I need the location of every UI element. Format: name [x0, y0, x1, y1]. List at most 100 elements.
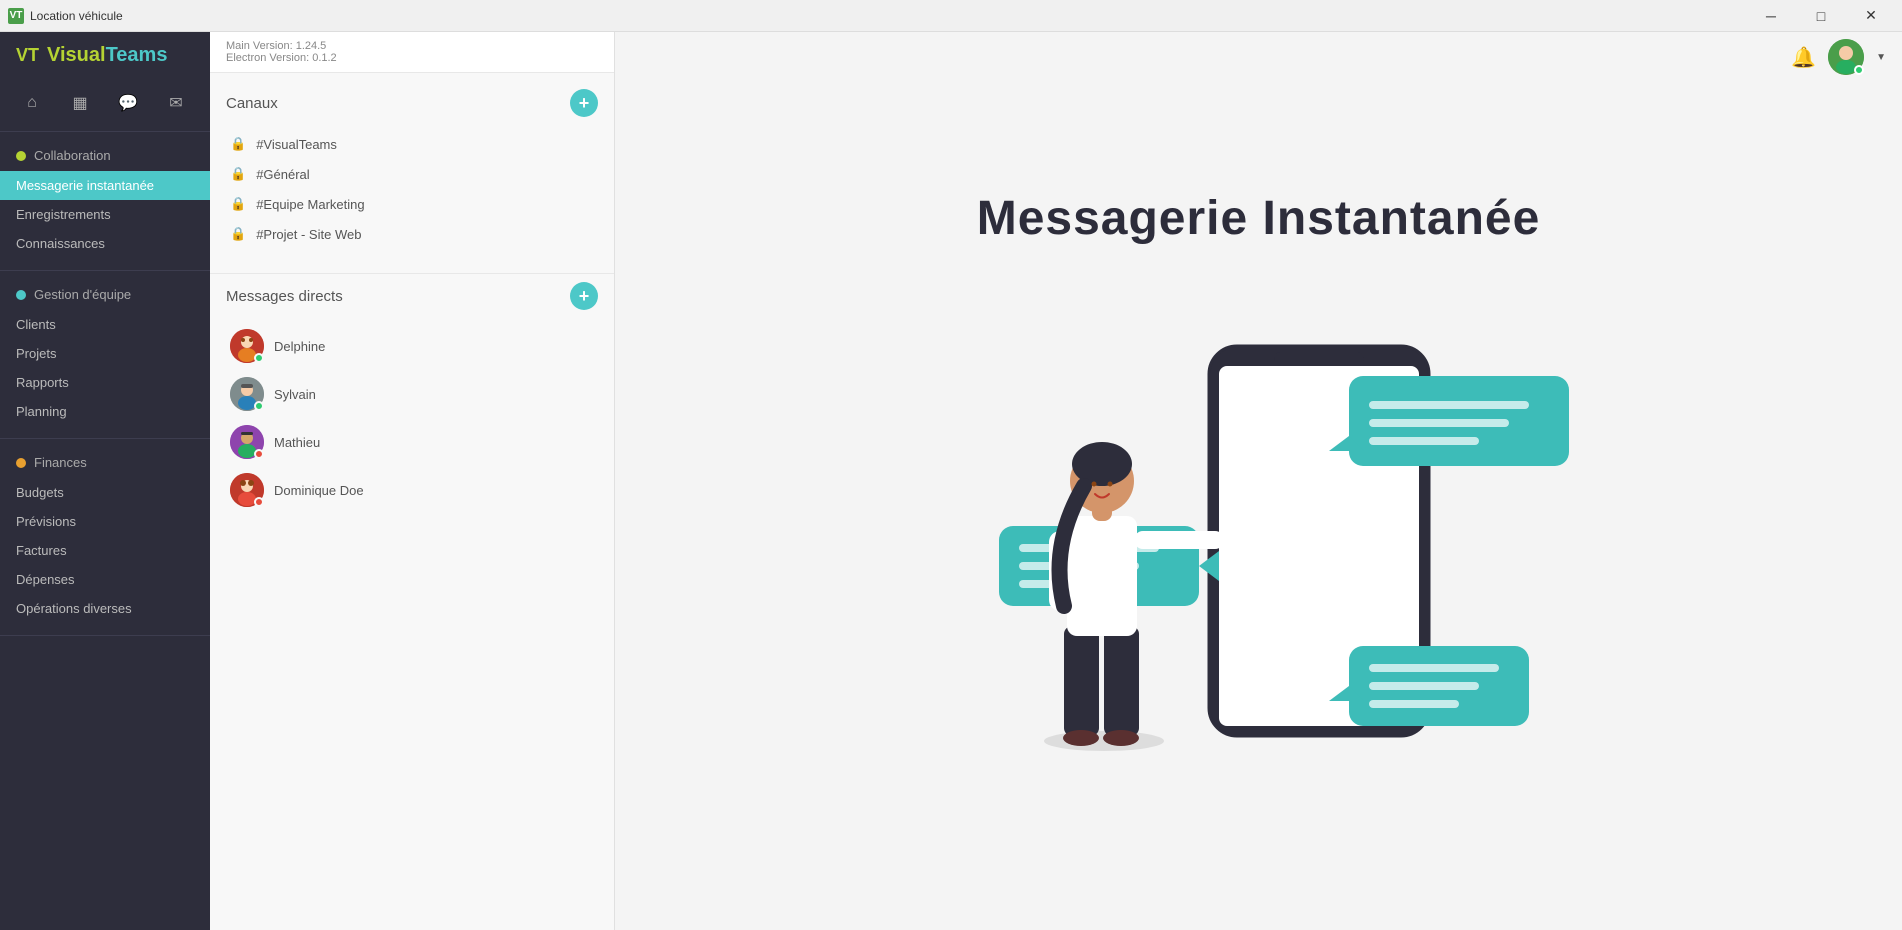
dm-dominique-label: Dominique Doe [274, 483, 364, 498]
middle-panel: Main Version: 1.24.5 Electron Version: 0… [210, 32, 615, 930]
version-main: Main Version: 1.24.5 [226, 40, 598, 52]
main-title: Messagerie Instantanée [977, 191, 1541, 246]
message-icon[interactable]: ✉ [160, 87, 192, 119]
channel-marketing-label: #Equipe Marketing [256, 197, 364, 212]
version-bar: Main Version: 1.24.5 Electron Version: 0… [210, 32, 614, 73]
dm-sylvain[interactable]: Sylvain [226, 370, 598, 418]
channel-general-label: #Général [256, 167, 309, 182]
sidebar-item-budgets[interactable]: Budgets [0, 478, 210, 507]
user-avatar[interactable] [1828, 39, 1864, 75]
channels-section: Canaux + 🔒 #VisualTeams 🔒 #Général 🔒 #Eq… [210, 73, 614, 265]
add-channel-button[interactable]: + [570, 89, 598, 117]
maximize-button[interactable]: □ [1798, 0, 1844, 32]
enregistrements-label: Enregistrements [16, 207, 111, 222]
app-title: Location véhicule [30, 9, 123, 23]
sidebar-nav-icons: ⌂ ▦ 💬 ✉ [0, 79, 210, 132]
channel-marketing[interactable]: 🔒 #Equipe Marketing [226, 189, 598, 219]
app-icon: VT [8, 8, 24, 24]
channel-visualteams[interactable]: 🔒 #VisualTeams [226, 129, 598, 159]
dm-header: Messages directs + [226, 282, 598, 310]
channel-visualteams-label: #VisualTeams [256, 137, 337, 152]
rapports-label: Rapports [16, 375, 69, 390]
titlebar-left: VT Location véhicule [8, 8, 123, 24]
logo-visual: Visual [47, 44, 106, 66]
collaboration-dot [16, 151, 26, 161]
avatar-dominique [230, 473, 264, 507]
lock-icon-2: 🔒 [230, 166, 246, 182]
dm-section: Messages directs + Delphine [210, 282, 614, 530]
budgets-label: Budgets [16, 485, 64, 500]
sidebar-item-clients[interactable]: Clients [0, 310, 210, 339]
collaboration-header: Collaboration [0, 144, 210, 171]
add-dm-button[interactable]: + [570, 282, 598, 310]
calendar-icon[interactable]: ▦ [64, 87, 96, 119]
channels-title: Canaux [226, 95, 278, 112]
projets-label: Projets [16, 346, 56, 361]
clients-label: Clients [16, 317, 56, 332]
avatar-mathieu [230, 425, 264, 459]
sidebar-item-enregistrements[interactable]: Enregistrements [0, 200, 210, 229]
home-icon[interactable]: ⌂ [16, 87, 48, 119]
planning-label: Planning [16, 404, 67, 419]
logo-text: VisualTeams [47, 44, 167, 67]
channel-projet-label: #Projet - Site Web [256, 227, 361, 242]
sidebar-item-projets[interactable]: Projets [0, 339, 210, 368]
gestion-section: Gestion d'équipe Clients Projets Rapport… [0, 271, 210, 439]
factures-label: Factures [16, 543, 67, 558]
dm-dominique[interactable]: Dominique Doe [226, 466, 598, 514]
channel-general[interactable]: 🔒 #Général [226, 159, 598, 189]
connaissances-label: Connaissances [16, 236, 105, 251]
operations-label: Opérations diverses [16, 601, 132, 616]
avatar-delphine [230, 329, 264, 363]
sidebar-item-factures[interactable]: Factures [0, 536, 210, 565]
status-mathieu [254, 449, 264, 459]
main-illustration: Messagerie Instantanée [919, 191, 1599, 771]
bell-icon[interactable]: 🔔 [1791, 45, 1816, 70]
dm-delphine-label: Delphine [274, 339, 325, 354]
dm-mathieu[interactable]: Mathieu [226, 418, 598, 466]
previsions-label: Prévisions [16, 514, 76, 529]
collaboration-section: Collaboration Messagerie instantanée Enr… [0, 132, 210, 271]
gestion-header: Gestion d'équipe [0, 283, 210, 310]
close-button[interactable]: ✕ [1848, 0, 1894, 32]
sidebar-item-depenses[interactable]: Dépenses [0, 565, 210, 594]
app-body: VT VisualTeams ⌂ ▦ 💬 ✉ Collaboration Mes… [0, 32, 1902, 930]
chat-icon[interactable]: 💬 [112, 87, 144, 119]
topbar-right: 🔔 ▼ [1775, 32, 1902, 82]
divider [210, 273, 614, 274]
channels-header: Canaux + [226, 89, 598, 117]
dm-mathieu-label: Mathieu [274, 435, 320, 450]
sidebar-item-previsions[interactable]: Prévisions [0, 507, 210, 536]
gestion-dot [16, 290, 26, 300]
status-sylvain [254, 401, 264, 411]
depenses-label: Dépenses [16, 572, 75, 587]
dm-delphine[interactable]: Delphine [226, 322, 598, 370]
status-delphine [254, 353, 264, 363]
sidebar-item-rapports[interactable]: Rapports [0, 368, 210, 397]
lock-icon-1: 🔒 [230, 136, 246, 152]
version-electron: Electron Version: 0.1.2 [226, 52, 598, 64]
sidebar-item-connaissances[interactable]: Connaissances [0, 229, 210, 258]
finances-label: Finances [34, 455, 87, 470]
collaboration-label: Collaboration [34, 148, 111, 163]
finances-section: Finances Budgets Prévisions Factures Dép… [0, 439, 210, 636]
minimize-button[interactable]: ─ [1748, 0, 1794, 32]
sidebar-item-planning[interactable]: Planning [0, 397, 210, 426]
channel-projet[interactable]: 🔒 #Projet - Site Web [226, 219, 598, 249]
status-dominique [254, 497, 264, 507]
user-dropdown-arrow[interactable]: ▼ [1876, 52, 1886, 63]
illustration [919, 286, 1599, 771]
sidebar-item-messagerie[interactable]: Messagerie instantanée [0, 171, 210, 200]
gestion-label: Gestion d'équipe [34, 287, 131, 302]
finances-dot [16, 458, 26, 468]
titlebar-controls: ─ □ ✕ [1748, 0, 1894, 32]
finances-header: Finances [0, 451, 210, 478]
sidebar-item-operations[interactable]: Opérations diverses [0, 594, 210, 623]
logo-teams: Teams [106, 44, 168, 66]
dm-sylvain-label: Sylvain [274, 387, 316, 402]
lock-icon-3: 🔒 [230, 196, 246, 212]
avatar-sylvain [230, 377, 264, 411]
messaging-illustration [919, 286, 1599, 766]
lock-icon-4: 🔒 [230, 226, 246, 242]
logo: VT VisualTeams [0, 32, 210, 79]
